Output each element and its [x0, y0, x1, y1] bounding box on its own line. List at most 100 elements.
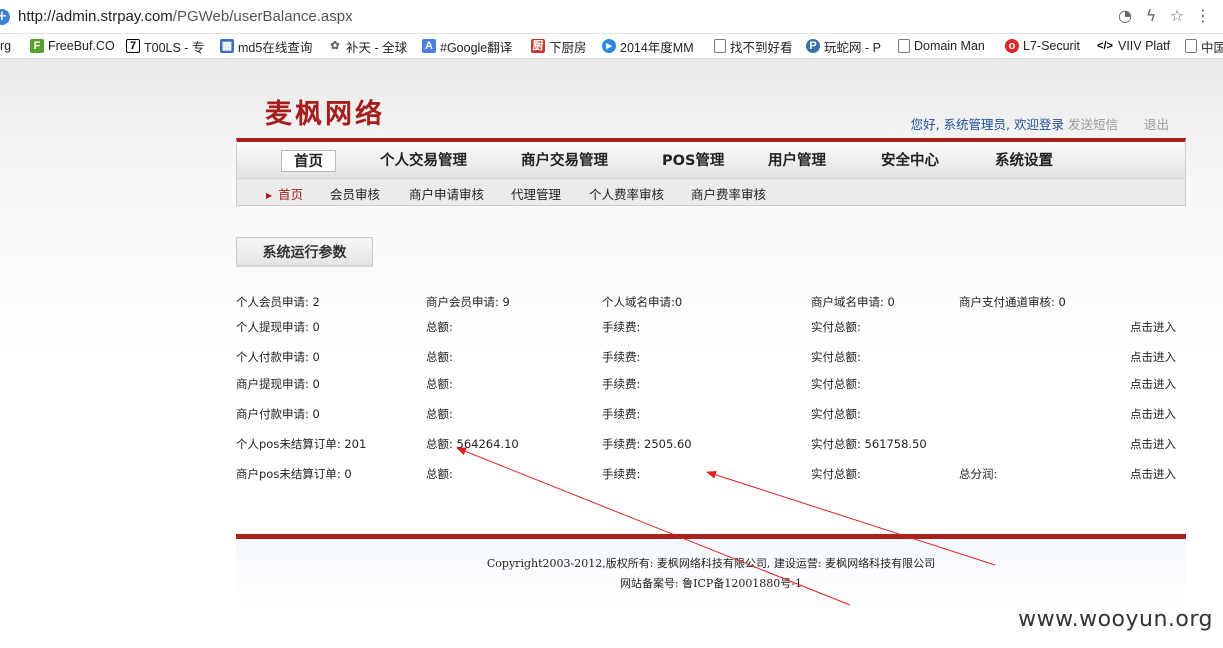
stat-row-total: 总额:	[426, 377, 453, 391]
enter-link[interactable]: 点击进入	[1130, 466, 1176, 482]
md5-icon: ▦	[220, 39, 234, 53]
stat-row-label: 个人提现申请: 0	[236, 320, 320, 334]
bookmark-item[interactable]: 中国	[1185, 37, 1223, 55]
tools-icon: 7	[126, 39, 140, 53]
lightning-icon[interactable]: ϟ	[1141, 6, 1161, 26]
greeting-text: 您好, 系统管理员, 欢迎登录	[910, 117, 1064, 132]
footer-icp: 网站备案号: 鲁ICP备12001880号-1	[619, 577, 803, 590]
speed-dial-icon[interactable]: ◔	[1115, 6, 1135, 26]
subnav-item-merchant-rate[interactable]: 商户费率审核	[691, 184, 766, 203]
freebuf-icon: F	[30, 39, 44, 53]
stat-row-total: 总额:	[426, 467, 453, 481]
nav-item-security[interactable]: 安全中心	[881, 150, 939, 172]
stat-personal-domain-applications: 个人域名申请:0	[602, 295, 683, 309]
bookmark-label: 下厨房	[549, 40, 587, 55]
subnav-item-home[interactable]: ▶ 首页	[266, 184, 303, 203]
stat-row-actual: 实付总额:	[811, 350, 861, 364]
bookmark-label: 玩蛇网 - P	[824, 40, 881, 55]
bookmark-label: md5在线查询	[238, 40, 313, 55]
send-sms-link[interactable]: 发送短信	[1068, 117, 1118, 132]
stat-row-actual: 实付总额:	[811, 320, 861, 334]
stat-row-label: 个人pos未结算订单: 201	[236, 437, 367, 451]
enter-link[interactable]: 点击进入	[1130, 406, 1176, 422]
enter-link[interactable]: 点击进入	[1130, 376, 1176, 392]
bookmark-label: 补天 - 全球	[346, 40, 408, 55]
nav-item-merchant-transactions[interactable]: 商户交易管理	[521, 150, 608, 172]
main-nav: 首页 个人交易管理 商户交易管理 POS管理 用户管理 安全中心 系统设置	[236, 138, 1186, 178]
stat-personal-member-applications: 个人会员申请: 2	[236, 295, 320, 309]
stat-row-label: 商户付款申请: 0	[236, 407, 320, 421]
bookmark-label: 中国	[1201, 40, 1223, 55]
stat-row-total: 总额:	[426, 407, 453, 421]
stat-row-total: 总额:	[426, 320, 453, 334]
page-icon	[1185, 39, 1197, 53]
nav-item-users[interactable]: 用户管理	[768, 150, 826, 172]
star-icon[interactable]: ☆	[1167, 6, 1187, 26]
stat-row-label: 商户提现申请: 0	[236, 377, 320, 391]
address-bar: + http://admin.strpay.com/PGWeb/userBala…	[0, 0, 1223, 34]
stat-row-label: 商户pos未结算订单: 0	[236, 467, 352, 481]
bookmark-item[interactable]: 厨下厨房	[531, 37, 587, 55]
address-bar-actions: ◔ ϟ ☆ ⋮	[1115, 6, 1213, 26]
subnav-item-merchant-application[interactable]: 商户申请审核	[409, 184, 484, 203]
subnav-item-personal-rate[interactable]: 个人费率审核	[589, 184, 664, 203]
nav-item-home[interactable]: 首页	[281, 150, 336, 172]
bookmark-item[interactable]: F FreeBuf.CO	[30, 37, 115, 55]
bookmark-label: FreeBuf.CO	[48, 39, 115, 53]
url-path: /PGWeb/userBalance.aspx	[172, 8, 353, 25]
enter-link[interactable]: 点击进入	[1130, 436, 1176, 452]
stat-row-fee: 手续费:	[602, 407, 641, 421]
butian-icon: ✿	[328, 39, 342, 53]
bookmark-item[interactable]: 找不到好看	[714, 37, 793, 55]
enter-link[interactable]: 点击进入	[1130, 349, 1176, 365]
section-tab[interactable]: 系统运行参数	[236, 237, 373, 265]
stat-row-actual: 实付总额:	[811, 467, 861, 481]
video-icon: ▸	[602, 39, 616, 53]
bookmark-item[interactable]: P 玩蛇网 - P	[806, 37, 881, 55]
bookmark-item[interactable]: ✿ 补天 - 全球	[328, 37, 407, 55]
watermark: www.wooyun.org	[1018, 607, 1213, 632]
bookmark-label: VIIV Platf	[1118, 39, 1171, 53]
bookmark-label: 找不到好看	[730, 40, 793, 55]
sub-nav: ▶ 首页 会员审核 商户申请审核 代理管理 个人费率审核 商户费率审核	[236, 178, 1186, 206]
translate-icon: A	[422, 39, 436, 53]
bookmark-item[interactable]: rg	[0, 37, 11, 55]
subnav-label: 首页	[278, 187, 304, 202]
subnav-item-agent[interactable]: 代理管理	[511, 184, 561, 203]
menu-icon[interactable]: ⋮	[1193, 6, 1213, 26]
l7-icon: o	[1005, 39, 1019, 53]
stat-row-total: 总额:	[426, 350, 453, 364]
bookmark-label: T00LS - 专	[144, 40, 205, 55]
bookmark-item[interactable]: ▦ md5在线查询	[220, 37, 312, 55]
url-host: http://admin.strpay.com	[18, 8, 173, 25]
stat-row-actual: 实付总额: 561758.50	[811, 437, 927, 451]
footer-copyright: Copyright2003-2012,版权所有: 麦枫网络科技有限公司, 建设运…	[486, 557, 936, 570]
stat-merchant-member-applications: 商户会员申请: 9	[426, 295, 510, 309]
enter-link[interactable]: 点击进入	[1130, 319, 1176, 335]
stat-row-fee: 手续费:	[602, 377, 641, 391]
bookmark-item[interactable]: ▸ 2014年度MM	[602, 37, 694, 55]
bookmark-item[interactable]: A #Google翻译	[422, 37, 512, 55]
new-tab-icon[interactable]: +	[0, 9, 10, 25]
bookmark-item[interactable]: Domain Man	[898, 37, 985, 55]
stat-row-fee: 手续费:	[602, 320, 641, 334]
python-icon: P	[806, 39, 820, 53]
bookmark-item[interactable]: </> VIIV Platf	[1096, 37, 1170, 55]
nav-item-settings[interactable]: 系统设置	[995, 150, 1053, 172]
logout-link[interactable]: 退出	[1144, 117, 1169, 132]
nav-item-personal-transactions[interactable]: 个人交易管理	[380, 150, 467, 172]
url-field[interactable]: http://admin.strpay.com/PGWeb/userBalanc…	[18, 8, 353, 25]
bookmarks-bar: rg F FreeBuf.CO 7 T00LS - 专 ▦ md5在线查询 ✿ 补天 -…	[0, 34, 1223, 59]
footer: Copyright2003-2012,版权所有: 麦枫网络科技有限公司, 建设运…	[236, 539, 1186, 609]
stat-merchant-domain-applications: 商户域名申请: 0	[811, 295, 895, 309]
subnav-item-member-review[interactable]: 会员审核	[330, 184, 380, 203]
stat-row-fee: 手续费:	[602, 467, 641, 481]
page-icon	[714, 39, 726, 53]
bookmark-label: rg	[0, 39, 12, 53]
bookmark-item[interactable]: 7 T00LS - 专	[126, 37, 204, 55]
nav-item-pos[interactable]: POS管理	[662, 150, 724, 172]
site-logo: 麦枫网络	[265, 99, 385, 130]
bookmark-item[interactable]: o L7-Securit	[1005, 37, 1080, 55]
arrow-right-icon: ▶	[266, 191, 273, 200]
bookmark-label: L7-Securit	[1023, 39, 1080, 53]
